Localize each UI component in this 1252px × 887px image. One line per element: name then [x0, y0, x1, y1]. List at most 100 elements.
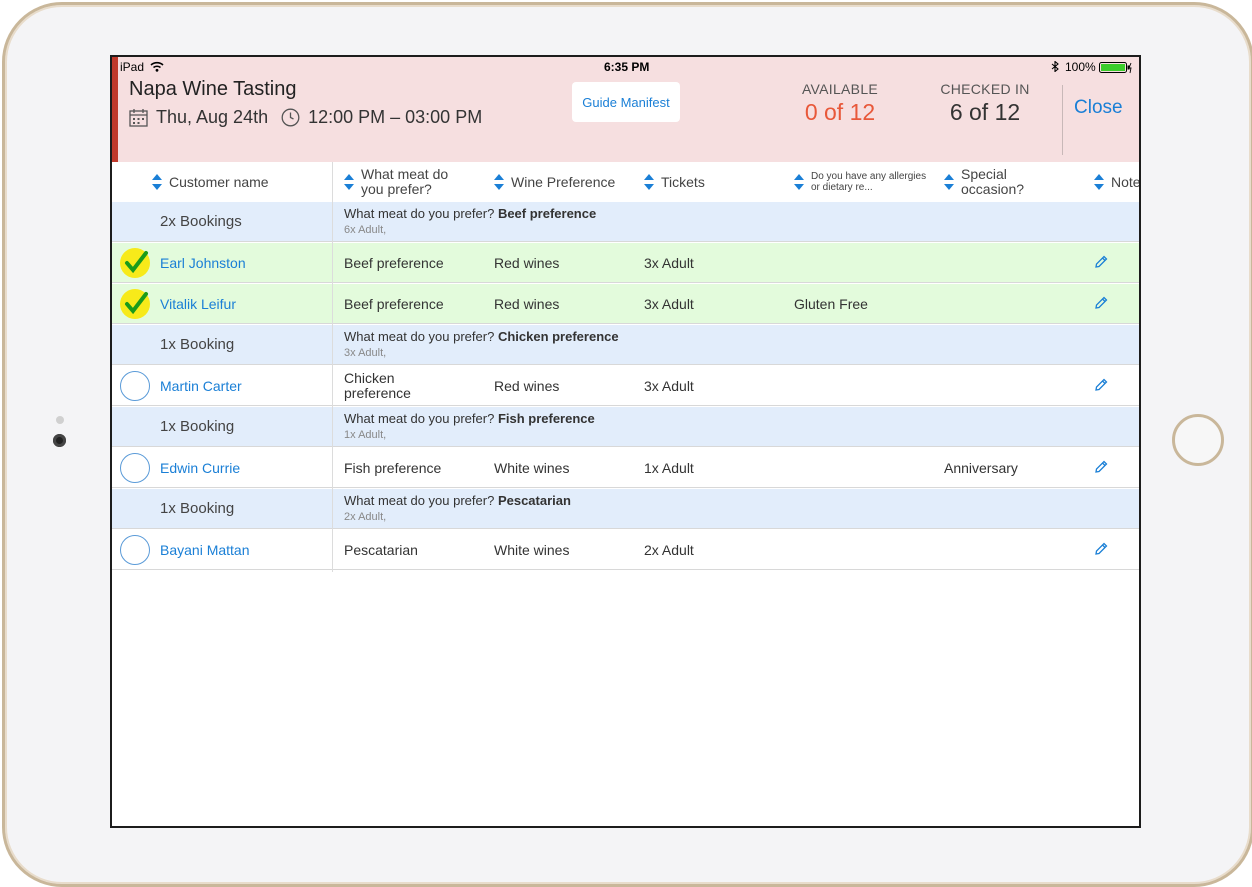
status-device: iPad	[120, 60, 145, 74]
table-header: Customer name What meat do you prefer? W…	[112, 162, 1139, 203]
event-date: Thu, Aug 24th	[156, 107, 269, 127]
event-time-range: 12:00 PM – 03:00 PM	[308, 107, 483, 127]
edit-note-icon[interactable]	[1094, 296, 1108, 315]
available-value: 0 of 12	[804, 99, 876, 125]
edit-note-icon[interactable]	[1094, 255, 1108, 274]
guest-name[interactable]: Martin Carter	[160, 366, 242, 405]
close-button[interactable]: Close	[1074, 97, 1123, 119]
guest-name[interactable]: Earl Johnston	[160, 243, 246, 282]
bluetooth-icon	[1051, 60, 1059, 75]
guest-row: Earl Johnston Beef preference Red wines …	[112, 243, 1139, 283]
checkin-toggle[interactable]	[120, 371, 150, 401]
column-label: Do you have any allergies or dietary re.…	[811, 171, 927, 193]
group-label: 1x Booking	[160, 336, 235, 353]
meat-value: Pescatarian	[344, 541, 418, 558]
column-label: Note	[1111, 174, 1141, 190]
sort-icon	[794, 174, 804, 190]
sort-icon	[344, 174, 354, 190]
group-ticket-summary: 6x Adult,	[344, 224, 387, 236]
wine-value: White wines	[494, 541, 570, 558]
wine-value: Red wines	[494, 254, 560, 271]
meat-value: Beef preference	[344, 254, 444, 271]
tickets-value: 2x Adult	[644, 541, 694, 558]
tickets-value: 1x Adult	[644, 459, 694, 476]
sort-icon	[944, 174, 954, 190]
group-answer: Chicken preference	[497, 329, 619, 344]
app-screen: iPad 6:35 PM 100% Napa Wine Tasting Thu,…	[110, 55, 1141, 828]
guide-manifest-button[interactable]: Guide Manifest	[572, 82, 680, 122]
sort-icon	[152, 174, 162, 190]
tickets-value: 3x Adult	[644, 295, 694, 312]
checked-in-label: CHECKED IN	[940, 81, 1030, 97]
group-question: What meat do you prefer? Pescatarian	[344, 493, 571, 508]
group-row: 1x Booking What meat do you prefer? Pesc…	[112, 489, 1139, 529]
battery-percent: 100%	[1065, 60, 1096, 74]
wine-value: Red wines	[494, 295, 560, 312]
checkmark-icon	[125, 251, 148, 274]
group-label: 1x Booking	[160, 418, 235, 435]
occasion-value: Anniversary	[944, 459, 1018, 476]
event-header: iPad 6:35 PM 100% Napa Wine Tasting Thu,…	[112, 57, 1139, 162]
column-meat[interactable]: What meat do you prefer?	[344, 162, 474, 202]
guest-row: Vitalik Leifur Beef preference Red wines…	[112, 284, 1139, 324]
column-label: Tickets	[661, 174, 705, 190]
checkin-toggle[interactable]	[120, 248, 150, 278]
tickets-value: 3x Adult	[644, 254, 694, 271]
group-ticket-summary: 2x Adult,	[344, 511, 387, 523]
status-time: 6:35 PM	[604, 60, 650, 74]
column-note[interactable]: Note	[1094, 162, 1141, 202]
calendar-icon	[129, 108, 148, 127]
column-tickets[interactable]: Tickets	[644, 162, 705, 202]
allergy-value: Gluten Free	[794, 295, 868, 312]
group-row: 2x Bookings What meat do you prefer? Bee…	[112, 202, 1139, 242]
event-title: Napa Wine Tasting	[129, 78, 297, 100]
event-dateline: Thu, Aug 24th 12:00 PM – 03:00 PM	[129, 107, 482, 128]
group-label: 1x Booking	[160, 500, 235, 517]
group-row: 1x Booking What meat do you prefer? Fish…	[112, 407, 1139, 447]
group-answer: Beef preference	[497, 206, 597, 221]
column-special-occasion[interactable]: Special occasion?	[944, 162, 1054, 202]
group-question: What meat do you prefer? Beef preference	[344, 206, 597, 221]
checkin-toggle[interactable]	[120, 453, 150, 483]
clock-icon	[281, 108, 300, 127]
checked-in-value: 6 of 12	[949, 99, 1021, 125]
sort-icon	[494, 174, 504, 190]
guest-name[interactable]: Edwin Currie	[160, 448, 240, 487]
checkmark-icon	[125, 292, 148, 315]
group-answer: Pescatarian	[497, 493, 571, 508]
group-ticket-summary: 3x Adult,	[344, 347, 387, 359]
column-wine[interactable]: Wine Preference	[494, 162, 615, 202]
available-label: AVAILABLE	[801, 81, 879, 97]
guest-name[interactable]: Vitalik Leifur	[160, 284, 236, 323]
column-label: Customer name	[169, 174, 269, 190]
wine-value: White wines	[494, 459, 570, 476]
column-label: What meat do you prefer?	[361, 166, 449, 197]
meat-value: Fish preference	[344, 459, 442, 476]
front-camera	[53, 434, 66, 447]
group-question: What meat do you prefer? Chicken prefere…	[344, 329, 619, 344]
group-row: 1x Booking What meat do you prefer? Chic…	[112, 325, 1139, 365]
meat-value: Chicken preference	[344, 369, 411, 401]
header-divider	[1062, 85, 1063, 155]
column-customer-name[interactable]: Customer name	[152, 162, 269, 202]
sort-icon	[644, 174, 654, 190]
checkin-toggle[interactable]	[120, 535, 150, 565]
home-button[interactable]	[1172, 414, 1224, 466]
tickets-value: 3x Adult	[644, 377, 694, 394]
edit-note-icon[interactable]	[1094, 542, 1108, 561]
column-label: Wine Preference	[511, 174, 616, 190]
group-answer: Fish preference	[497, 411, 595, 426]
guest-name[interactable]: Bayani Mattan	[160, 530, 250, 569]
column-allergies[interactable]: Do you have any allergies or dietary re.…	[794, 162, 934, 202]
guest-row: Bayani Mattan Pescatarian White wines 2x…	[112, 530, 1139, 570]
edit-note-icon[interactable]	[1094, 460, 1108, 479]
checkin-toggle[interactable]	[120, 289, 150, 319]
group-question: What meat do you prefer? Fish preference	[344, 411, 595, 426]
guest-row: Edwin Currie Fish preference White wines…	[112, 448, 1139, 488]
group-ticket-summary: 1x Adult,	[344, 429, 387, 441]
sort-icon	[1094, 174, 1104, 190]
column-separator	[332, 162, 333, 572]
battery-icon	[1099, 62, 1133, 77]
sensor-dot	[56, 416, 64, 424]
edit-note-icon[interactable]	[1094, 378, 1108, 397]
